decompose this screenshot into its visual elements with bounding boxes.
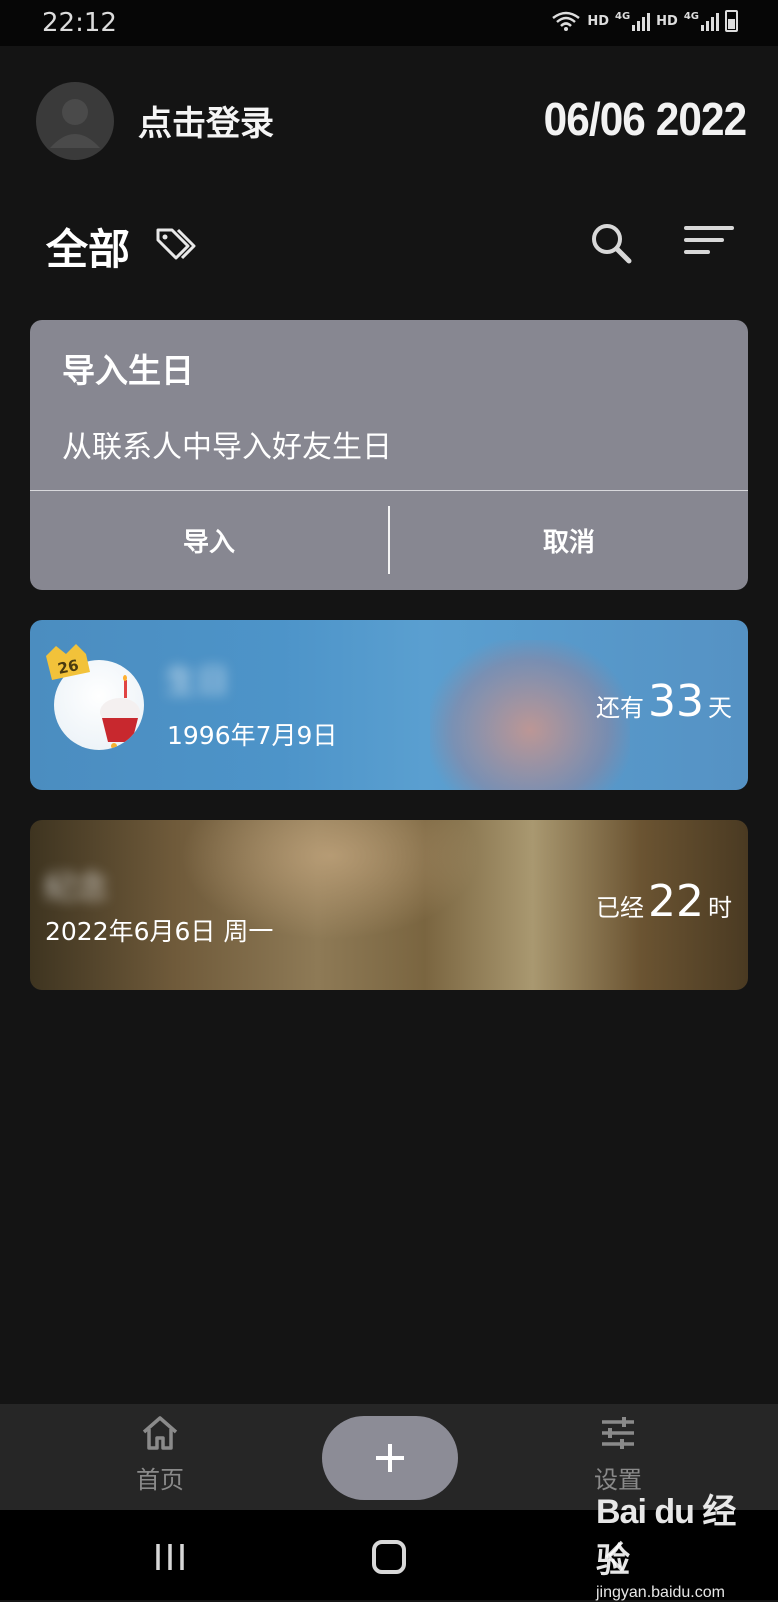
countdown-number: 22 — [648, 876, 704, 927]
current-date: 06/06 2022 — [543, 93, 747, 145]
nav-home-label: 首页 — [136, 1466, 184, 1494]
import-birthday-card: 导入生日 从联系人中导入好友生日 导入 取消 — [30, 320, 748, 590]
event-card[interactable]: 26 生日 1996年7月9日 还有 33 天 — [30, 620, 748, 790]
event-name: 纪念 — [44, 868, 109, 906]
tag-icon[interactable] — [154, 224, 198, 264]
event-date: 2022年6月6日 周一 — [45, 917, 274, 946]
avatar[interactable] — [36, 82, 114, 160]
wifi-icon — [552, 11, 581, 31]
recent-apps-icon[interactable] — [152, 1542, 188, 1572]
status-bar: 22:12 HD 4G HD 4G — [0, 0, 778, 46]
countdown-unit: 天 — [708, 694, 732, 722]
battery-icon — [725, 10, 738, 32]
countdown-unit: 时 — [708, 894, 732, 922]
network-type-label: 4G — [614, 11, 631, 22]
person-icon — [50, 99, 100, 148]
event-name: 生日 — [165, 662, 230, 700]
import-button[interactable]: 导入 — [30, 491, 388, 590]
import-card-description: 从联系人中导入好友生日 — [62, 430, 392, 465]
event-date: 1996年7月9日 — [167, 721, 338, 750]
network-type-label: 4G — [683, 11, 699, 22]
event-card[interactable]: 纪念 2022年6月6日 周一 已经 22 时 — [30, 820, 748, 990]
countdown-prefix: 还有 — [596, 694, 644, 722]
add-button[interactable] — [322, 1416, 458, 1500]
watermark-logo: Bai du 经验 — [596, 1493, 736, 1580]
countdown-number: 33 — [648, 676, 704, 727]
category-title[interactable]: 全部 — [46, 216, 130, 277]
event-countdown: 已经 22 时 — [596, 876, 732, 927]
status-time: 22:12 — [42, 8, 117, 38]
signal-icon: 4G — [684, 11, 719, 31]
system-home-button[interactable] — [372, 1540, 406, 1574]
plus-icon — [376, 1444, 404, 1472]
watermark-url: jingyan.baidu.com — [596, 1584, 725, 1601]
sort-icon[interactable] — [682, 222, 736, 262]
import-card-title: 导入生日 — [62, 351, 194, 390]
baidu-watermark: Bai du 经验 jingyan.baidu.com — [596, 1484, 766, 1601]
search-icon[interactable] — [588, 220, 634, 266]
event-countdown: 还有 33 天 — [596, 676, 732, 727]
home-icon — [142, 1416, 178, 1450]
sim2-hd-label: HD — [656, 13, 678, 29]
login-link[interactable]: 点击登录 — [138, 96, 274, 145]
signal-icon: 4G — [614, 11, 651, 31]
sim1-hd-label: HD — [587, 13, 609, 29]
sliders-icon — [602, 1417, 634, 1449]
status-icons: HD 4G HD 4G — [551, 10, 738, 32]
cancel-button[interactable]: 取消 — [390, 491, 748, 590]
nav-home[interactable]: 首页 — [120, 1414, 200, 1504]
countdown-prefix: 已经 — [596, 894, 644, 922]
age-crown-badge: 26 — [46, 644, 90, 680]
